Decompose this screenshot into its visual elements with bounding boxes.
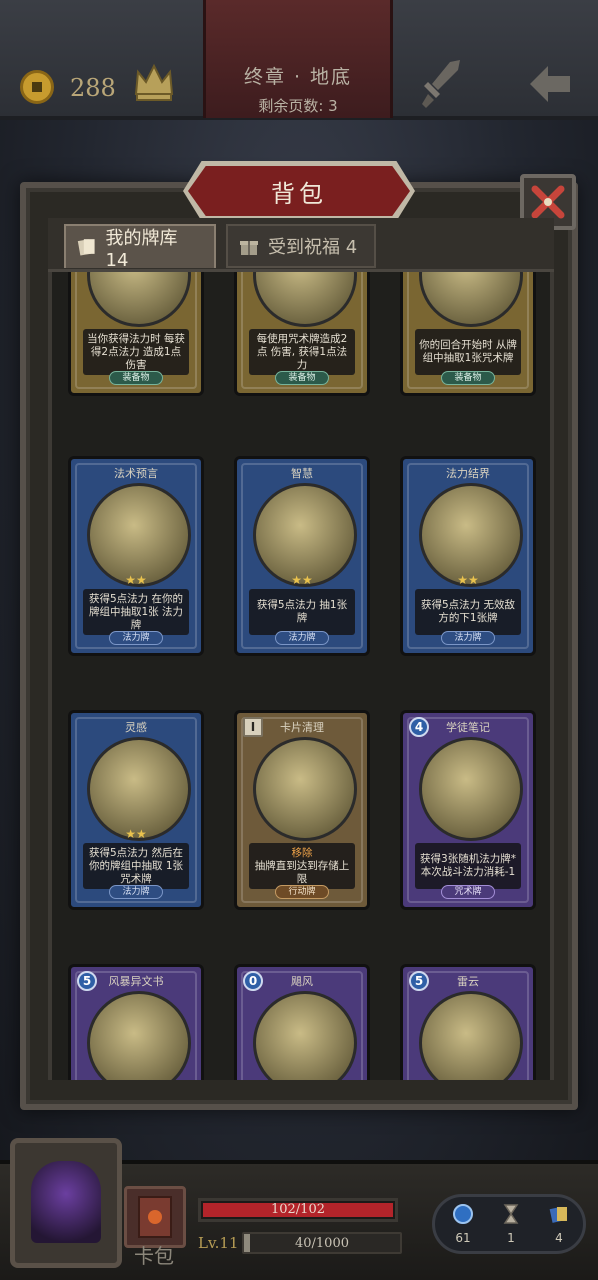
hp-text: 102/102 [270,1202,325,1217]
card-description: 获得3张随机法力牌* 本次战斗法力消耗-1 [415,843,521,889]
coin-icon [20,70,54,104]
crown-icon[interactable] [132,60,176,104]
stat-turns: 1 [491,1203,531,1245]
card-type: 行动牌 [275,885,329,899]
chapter-title: 终章 · 地底 [243,66,353,88]
star-rating-icon: ★★ [125,573,147,587]
card-type: 法力牌 [109,885,163,899]
back-arrow-icon[interactable] [526,62,574,106]
star-rating-icon: ★★ [457,573,479,587]
stats-panel[interactable]: 61 1 4 [432,1194,586,1254]
gift-icon [240,241,258,255]
card[interactable]: 你的回合开始时 从牌组中抽取1张咒术牌 装备物 [400,272,536,396]
level-label: Lv.11 [198,1234,239,1252]
card-name: 法术预言 [114,467,158,480]
card-art [419,737,523,841]
card-description-text: 抽牌直到达到存储上限 [254,859,350,885]
card-description: 获得5点法力 在你的牌组中抽取1张 法力牌 [83,589,189,635]
close-icon [531,185,565,219]
card[interactable]: 灵感 ★★ 获得5点法力 然后在你的牌组中抽取 1张咒术牌 法力牌 [68,710,204,910]
card-type: 法力牌 [109,631,163,645]
stat-cards: 4 [539,1203,579,1245]
card-art [419,483,523,587]
mana-orb-icon [453,1204,473,1224]
card[interactable]: 5 风暴异文书 [68,964,204,1080]
card-name: 灵感 [125,721,147,734]
card[interactable]: 法术预言 ★★ 获得5点法力 在你的牌组中抽取1张 法力牌 法力牌 [68,456,204,656]
hp-bar: 102/102 [198,1198,398,1222]
book-icon [138,1196,172,1238]
card[interactable]: 5 雷云 [400,964,536,1080]
card-description: 当你获得法力时 每获得2点法力 造成1点伤害 [83,329,189,375]
card-name: 卡片清理 [280,721,324,734]
card-art [253,483,357,587]
stat-value: 4 [555,1231,563,1245]
card[interactable]: I 卡片清理 移除 抽牌直到达到存储上限 行动牌 [234,710,370,910]
card-name: 雷云 [457,975,479,988]
card-name: 智慧 [291,467,313,480]
tab-blessings[interactable]: 受到祝福 4 [226,224,376,268]
top-bar: 288 终章 · 地底 剩余页数: 3 [0,0,598,120]
stat-mana: 61 [443,1203,483,1245]
mage-avatar [31,1161,101,1243]
card-type: 咒术牌 [441,885,495,899]
character-portrait[interactable] [10,1138,122,1268]
deck-label: 卡包 [134,1244,174,1268]
panel-title-plate: 背包 [188,166,410,216]
cards-icon [549,1207,567,1223]
card-description: 获得5点法力 无效敌方的下1张牌 [415,589,521,635]
tabs-row: 我的牌库 14 受到祝福 4 [48,218,554,272]
card-name: 学徒笔记 [446,721,490,734]
card[interactable]: 每使用咒术牌造成2点 伤害, 获得1点法力 装备物 [234,272,370,396]
card-description: 获得5点法力 抽1张牌 [249,589,355,635]
card[interactable]: 4 学徒笔记 获得3张随机法力牌* 本次战斗法力消耗-1 咒术牌 [400,710,536,910]
sword-icon[interactable] [420,58,464,112]
card-type: 装备物 [275,371,329,385]
card[interactable]: 法力结界 ★★ 获得5点法力 无效敌方的下1张牌 法力牌 [400,456,536,656]
card[interactable]: 0 飓风 [234,964,370,1080]
card-description: 你的回合开始时 从牌组中抽取1张咒术牌 [415,329,521,375]
card-description: 每使用咒术牌造成2点 伤害, 获得1点法力 [249,329,355,375]
tab-my-deck[interactable]: 我的牌库 14 [64,224,216,271]
tab-label: 受到祝福 4 [268,237,358,258]
coin-count: 288 [70,74,116,102]
card[interactable]: 当你获得法力时 每获得2点法力 造成1点伤害 装备物 [68,272,204,396]
star-rating-icon: ★★ [125,827,147,841]
cards-icon [77,239,95,256]
xp-bar: 40/1000 [242,1232,402,1254]
card-grid[interactable]: 当你获得法力时 每获得2点法力 造成1点伤害 装备物 每使用咒术牌造成2点 伤害… [48,272,554,1080]
card-type: 装备物 [441,371,495,385]
pages-remaining: 剩余页数: 3 [258,97,338,115]
stat-value: 1 [507,1231,515,1245]
tab-label: 我的牌库 14 [105,227,178,271]
star-rating-icon: ★★ [291,573,313,587]
card-name: 法力结界 [446,467,490,480]
card-name: 飓风 [291,975,313,988]
panel-title: 背包 [271,179,327,208]
xp-text: 40/1000 [294,1236,349,1251]
hourglass-icon [503,1204,519,1224]
card-description: 获得5点法力 然后在你的牌组中抽取 1张咒术牌 [83,843,189,889]
card-type: 装备物 [109,371,163,385]
card-keyword: 移除 [291,846,313,859]
card-type: 法力牌 [275,631,329,645]
deck-button[interactable] [124,1186,186,1248]
card-description: 移除 抽牌直到达到存储上限 [249,843,355,889]
stat-value: 61 [455,1231,471,1245]
card-name: 风暴异文书 [108,975,164,988]
card-type: 法力牌 [441,631,495,645]
card-art [87,737,191,841]
card[interactable]: 智慧 ★★ 获得5点法力 抽1张牌 法力牌 [234,456,370,656]
chapter-banner: 终章 · 地底 剩余页数: 3 [203,0,393,118]
card-art [253,737,357,841]
card-art [87,483,191,587]
